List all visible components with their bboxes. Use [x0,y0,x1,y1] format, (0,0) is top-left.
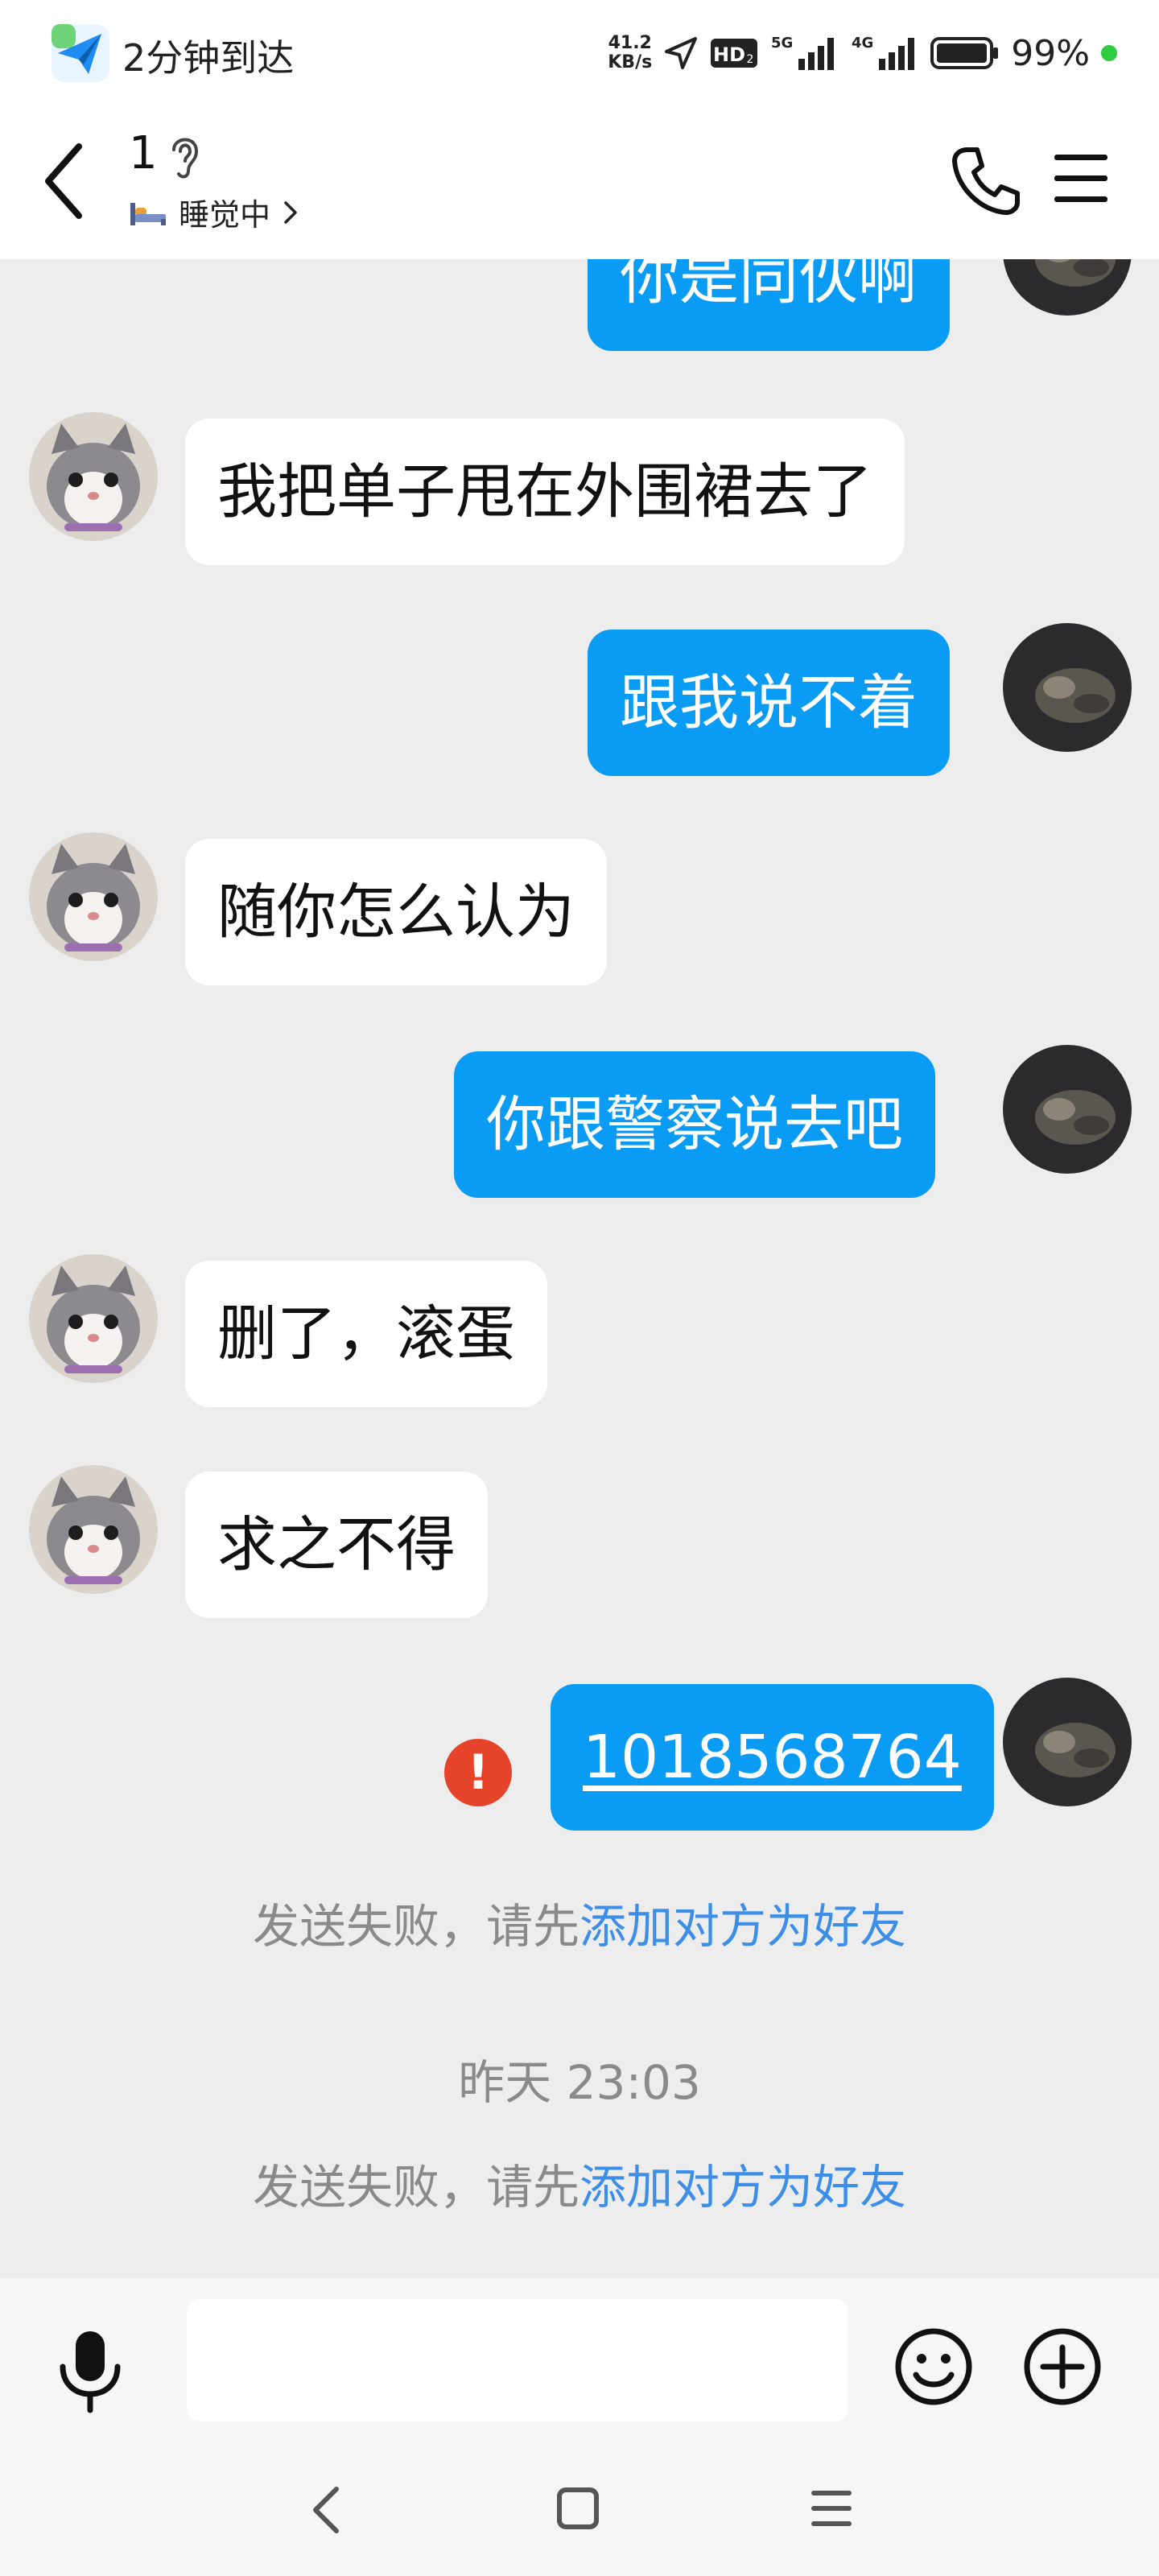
dark-cat-avatar-image [1003,1678,1132,1806]
contact-avatar[interactable] [29,412,158,541]
contact-avatar[interactable] [29,1254,158,1383]
nav-back-icon[interactable] [306,2484,346,2536]
status-dot [1101,45,1117,61]
number-link[interactable]: 1018568764 [583,1723,962,1792]
phone-call-button[interactable] [950,143,1022,216]
system-navigation-bar [0,2439,1159,2576]
back-button[interactable] [32,137,97,225]
my-avatar[interactable] [1003,259,1132,316]
hamburger-menu-button[interactable] [1051,147,1111,211]
input-bar [0,2278,1159,2439]
svg-text:5G: 5G [771,35,793,52]
nav-home-icon[interactable] [555,2486,600,2531]
battery-percentage: 99% [1011,32,1090,74]
bed-icon [130,202,166,225]
send-failed-error-icon[interactable]: ! [444,1739,512,1806]
signal-4g-icon: 4G [852,35,915,70]
message-bubble-outgoing[interactable]: 你跟警察说去吧 [454,1051,935,1198]
status-bar: 2分钟到达 41.2 KB/s HD 2 5G 4G 99% [0,0,1159,105]
svg-text:HD: HD [713,43,745,66]
kitten-avatar-image [29,832,158,961]
message-bubble-incoming[interactable]: 求之不得 [185,1472,488,1618]
message-input[interactable] [187,2299,848,2421]
signal-5g-icon: 5G [771,35,835,70]
my-avatar[interactable] [1003,1678,1132,1806]
message-bubble-incoming[interactable]: 我把单子甩在外围裙去了 [185,419,905,565]
message-timestamp: 昨天 23:03 [458,2055,701,2110]
chat-header: 1 睡觉中 [0,105,1159,259]
kitten-avatar-image [29,412,158,541]
message-bubble-outgoing[interactable]: 你是同伙啊 [588,259,950,351]
my-avatar[interactable] [1003,623,1132,752]
hd-badge-icon: HD 2 [711,39,758,68]
message-bubble-outgoing[interactable]: 跟我说不着 [588,630,950,776]
kitten-avatar-image [29,1465,158,1594]
system-notice-send-failed: 发送失败，请先添加对方为好友 [252,2160,907,2215]
add-friend-link[interactable]: 添加对方为好友 [580,2160,906,2215]
nav-menu-icon[interactable] [808,2486,855,2531]
message-bubble-incoming[interactable]: 随你怎么认为 [185,839,607,985]
microphone-icon[interactable] [53,2326,127,2415]
battery-icon [930,37,999,69]
dark-cat-avatar-image [1003,1045,1132,1174]
dark-cat-avatar-image [1003,259,1132,316]
contact-name[interactable]: 1 [129,127,158,180]
contact-avatar[interactable] [29,832,158,961]
plus-circle-icon[interactable] [1022,2326,1103,2407]
status-left-text: 2分钟到达 [122,36,295,80]
add-friend-link[interactable]: 添加对方为好友 [580,1899,906,1954]
ear-icon [172,138,199,179]
contact-status-text: 睡觉中 [179,197,271,233]
svg-text:4G: 4G [852,35,873,52]
contact-status[interactable]: 睡觉中 [129,190,299,234]
kitten-avatar-image [29,1254,158,1383]
svg-text:2: 2 [747,53,754,66]
message-bubble-incoming[interactable]: 删了，滚蛋 [185,1261,547,1407]
location-arrow-icon [665,37,698,69]
smiley-icon[interactable] [893,2326,974,2407]
my-avatar[interactable] [1003,1045,1132,1174]
chevron-right-icon [284,200,297,224]
contact-avatar[interactable] [29,1465,158,1594]
message-bubble-outgoing-failed[interactable]: 1018568764 [551,1684,994,1831]
paper-plane-app-icon [52,24,109,82]
network-speed: 41.2 KB/s [608,33,653,72]
dark-cat-avatar-image [1003,623,1132,752]
chat-message-list[interactable]: 你是同伙啊 我把单子甩在外围裙去了 跟我说不着 随你怎么认为 你跟警察说去吧 删… [0,259,1159,2278]
system-notice-send-failed: 发送失败，请先添加对方为好友 [252,1899,907,1954]
status-right-group: 41.2 KB/s HD 2 5G 4G 99% [608,29,1117,77]
